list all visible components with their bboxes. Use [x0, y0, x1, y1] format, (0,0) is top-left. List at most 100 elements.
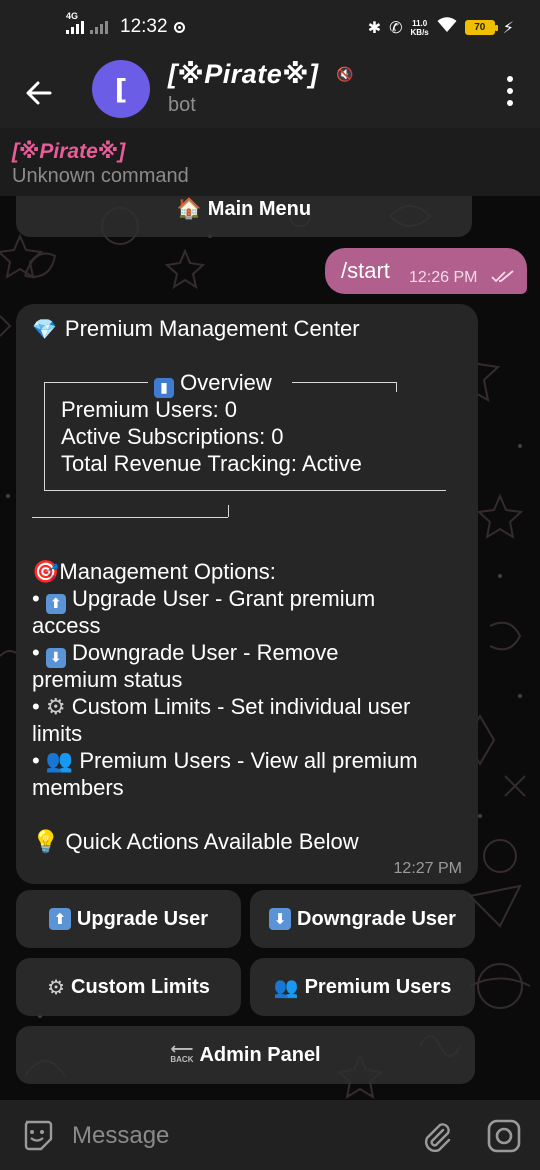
quick-actions-text: Quick Actions Available Below	[65, 829, 359, 854]
speed-value: 11.0	[412, 18, 428, 28]
avatar[interactable]: [	[92, 60, 150, 118]
outgoing-text: /start	[341, 258, 390, 283]
incoming-message[interactable]: 💎 Premium Management Center ▮ Overview Pr…	[16, 304, 478, 884]
upgrade-user-button[interactable]: ⬆ Upgrade User	[16, 890, 241, 948]
message-title-row: 💎 Premium Management Center	[32, 316, 360, 342]
clock: 12:32	[120, 16, 168, 37]
mute-icon: 🔇	[336, 66, 354, 82]
options-title-row: 🎯Management Options:	[32, 559, 276, 585]
chat-area[interactable]: 🏠 Main Menu /start 12:26 PM 💎 Premium Man…	[0, 196, 540, 1100]
options-title: Management Options:	[59, 559, 276, 584]
message-input[interactable]	[72, 1118, 402, 1154]
main-menu-label: Main Menu	[207, 198, 312, 220]
reply-text: Unknown command	[12, 165, 189, 187]
main-menu-button[interactable]: 🏠 Main Menu	[16, 196, 472, 237]
network-type: 4G	[66, 11, 79, 21]
option-upgrade-cont: access	[32, 613, 101, 638]
arrow-up-icon: ⬆	[48, 908, 71, 930]
overview-label: Overview	[180, 370, 272, 395]
option-upgrade-text: Upgrade User - Grant premium	[71, 586, 376, 611]
lightbulb-icon: 💡	[32, 829, 60, 854]
option-premium-users-cont: members	[32, 775, 124, 800]
status-bar: 4G 12:32 ✱ ✆ 11.0 KB/s 70 ⚡	[0, 0, 540, 58]
downgrade-user-button[interactable]: ⬇ Downgrade User	[250, 890, 475, 948]
option-premium-users: • 👥 Premium Users - View all premium	[32, 748, 418, 773]
custom-limits-button[interactable]: ⚙ Custom Limits	[16, 958, 241, 1016]
users-icon: 👥	[273, 976, 299, 999]
custom-limits-label: Custom Limits	[71, 975, 210, 998]
back-arrow-icon: ⟵ BACK	[170, 1041, 194, 1065]
charging-icon: ⚡	[502, 19, 514, 37]
cell-signal-icon: 4G	[66, 11, 84, 34]
notification-icon	[173, 21, 185, 33]
option-premium-users-text: Premium Users - View all premium	[79, 748, 418, 773]
chat-header: [ [※Pirate※] 🔇 bot	[0, 58, 540, 128]
arrow-down-icon: ⬇	[45, 647, 66, 668]
paperclip-icon	[424, 1123, 451, 1153]
outgoing-message[interactable]: /start 12:26 PM	[325, 248, 527, 294]
box-border	[44, 382, 148, 383]
option-custom-limits-cont: limits	[32, 721, 83, 746]
network-speed: 11.0 KB/s	[411, 19, 429, 37]
incoming-time: 12:27 PM	[393, 860, 462, 877]
battery-level: 70	[474, 22, 486, 33]
users-icon: 👥	[45, 748, 74, 773]
attach-button[interactable]	[418, 1118, 454, 1154]
dot-icon	[507, 76, 513, 82]
back-icon-label: BACK	[170, 1055, 194, 1064]
option-downgrade: • ⬇ Downgrade User - Remove	[32, 640, 339, 668]
bluetooth-icon: ✱	[367, 19, 382, 37]
speed-unit: KB/s	[410, 27, 429, 37]
quick-actions-row: 💡 Quick Actions Available Below	[32, 829, 359, 855]
box-border	[396, 382, 397, 392]
option-downgrade-text: Downgrade User - Remove	[71, 640, 339, 665]
cell-signal-2-icon	[90, 20, 108, 34]
gear-icon: ⚙	[47, 976, 66, 999]
box-border	[292, 382, 396, 383]
wifi-icon	[437, 17, 457, 38]
stat-premium-users: Premium Users: 0	[61, 397, 238, 422]
sticker-smile-icon	[24, 1120, 53, 1151]
battery-icon: 70	[464, 20, 498, 35]
stat-revenue-tracking: Total Revenue Tracking: Active	[61, 451, 362, 476]
reply-preview[interactable]: [※Pirate※] Unknown command	[0, 128, 540, 196]
premium-users-button[interactable]: 👥 Premium Users	[250, 958, 475, 1016]
reply-sender: [※Pirate※]	[12, 140, 126, 163]
chat-subtitle: bot	[168, 94, 196, 116]
message-input-bar	[0, 1100, 540, 1170]
admin-panel-label: Admin Panel	[199, 1043, 321, 1066]
box-border	[44, 382, 45, 490]
admin-panel-button[interactable]: ⟵ BACK Admin Panel	[16, 1026, 475, 1084]
house-icon: 🏠	[176, 198, 202, 220]
arrow-up-icon: ⬆	[45, 593, 66, 614]
gear-icon: ⚙	[45, 694, 66, 719]
upgrade-user-label: Upgrade User	[76, 907, 209, 930]
emoji-button[interactable]	[20, 1118, 54, 1152]
gem-icon: 💎	[32, 319, 57, 341]
camera-button[interactable]	[486, 1118, 522, 1154]
downgrade-user-label: Downgrade User	[297, 907, 456, 930]
arrow-down-icon: ⬇	[269, 908, 292, 930]
back-button[interactable]	[20, 74, 58, 112]
message-title: Premium Management Center	[64, 316, 360, 341]
camera-icon	[487, 1119, 521, 1153]
option-upgrade: • ⬆ Upgrade User - Grant premium	[32, 586, 375, 614]
overview-heading: ▮ Overview	[154, 370, 272, 398]
box-border	[44, 490, 446, 491]
outgoing-time: 12:26 PM	[409, 269, 478, 286]
option-custom-limits-text: Custom Limits - Set individual user	[71, 694, 411, 719]
arrow-left-icon	[26, 81, 52, 105]
read-ticks-icon	[491, 270, 514, 283]
box-border	[228, 505, 229, 517]
call-icon: ✆	[389, 19, 403, 37]
more-options-button[interactable]	[504, 76, 516, 106]
chat-title[interactable]: [※Pirate※]	[168, 59, 319, 90]
bar-chart-icon: ▮	[154, 377, 174, 398]
dot-icon	[507, 88, 513, 94]
dot-icon	[507, 100, 513, 106]
premium-users-label: Premium Users	[304, 975, 452, 998]
target-icon: 🎯	[32, 559, 60, 584]
stat-active-subscriptions: Active Subscriptions: 0	[61, 424, 284, 449]
box-border	[32, 517, 228, 518]
option-custom-limits: • ⚙ Custom Limits - Set individual user	[32, 694, 411, 719]
